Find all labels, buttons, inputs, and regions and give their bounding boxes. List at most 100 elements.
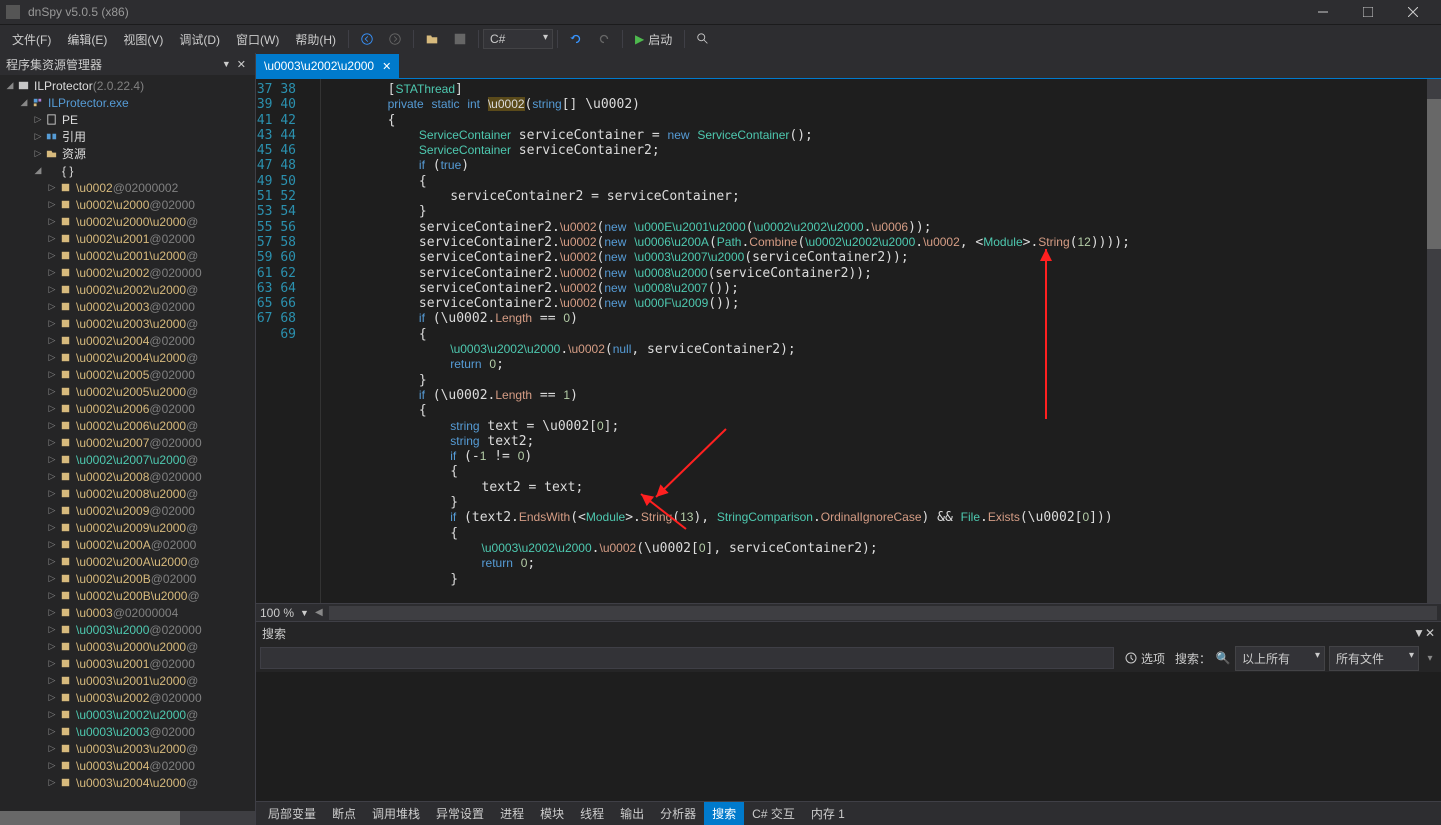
search-scope-combo[interactable]: 以上所有 — [1235, 646, 1325, 671]
expand-icon[interactable]: ▷ — [46, 726, 58, 737]
expand-icon[interactable]: ▷ — [46, 199, 58, 210]
menu-item[interactable]: 文件(F) — [4, 27, 59, 52]
tree-node[interactable]: ▷\u0002\u200A\u2000 @ — [0, 553, 255, 570]
menu-item[interactable]: 调试(D) — [171, 27, 228, 52]
tree-node[interactable]: ▷\u0002\u2006 @02000 — [0, 400, 255, 417]
tree-node[interactable]: ▷\u0003\u2004\u2000 @ — [0, 774, 255, 791]
expand-icon[interactable]: ◢ — [32, 165, 44, 176]
save-button[interactable] — [448, 27, 472, 51]
expand-icon[interactable]: ▷ — [46, 403, 58, 414]
bottom-tab[interactable]: 断点 — [324, 802, 364, 825]
start-button[interactable]: ▶启动 — [627, 29, 680, 50]
nav-back-button[interactable] — [355, 27, 379, 51]
tree-node[interactable]: ▷引用 — [0, 128, 255, 145]
tree-node[interactable]: ▷\u0002\u200A @02000 — [0, 536, 255, 553]
expand-icon[interactable]: ▷ — [46, 437, 58, 448]
maximize-button[interactable] — [1345, 0, 1390, 25]
bottom-tab[interactable]: C# 交互 — [744, 802, 803, 825]
bottom-tab[interactable]: 局部变量 — [260, 802, 324, 825]
tree-node[interactable]: ◢ILProtector (2.0.22.4) — [0, 77, 255, 94]
tree-node[interactable]: ▷\u0002\u2004\u2000 @ — [0, 349, 255, 366]
expand-icon[interactable]: ▷ — [46, 709, 58, 720]
tree-node[interactable]: ▷\u0003 @02000004 — [0, 604, 255, 621]
tree-node[interactable]: ▷\u0002\u2008\u2000 @ — [0, 485, 255, 502]
expand-icon[interactable]: ▷ — [46, 216, 58, 227]
expand-icon[interactable]: ▷ — [46, 505, 58, 516]
search-more-icon[interactable]: ▾ — [1423, 653, 1437, 664]
expand-icon[interactable]: ◢ — [18, 97, 30, 108]
panel-close-icon[interactable]: ✕ — [237, 58, 246, 71]
tree-node[interactable]: ▷\u0002\u2009\u2000 @ — [0, 519, 255, 536]
tree-node[interactable]: ▷\u0002\u2009 @02000 — [0, 502, 255, 519]
scroll-left-icon[interactable]: ◀ — [315, 607, 323, 618]
bottom-tab[interactable]: 异常设置 — [428, 802, 492, 825]
expand-icon[interactable]: ▷ — [46, 624, 58, 635]
expand-icon[interactable]: ▷ — [46, 369, 58, 380]
expand-icon[interactable]: ▷ — [46, 267, 58, 278]
expand-icon[interactable]: ▷ — [46, 318, 58, 329]
expand-icon[interactable]: ▷ — [46, 182, 58, 193]
bottom-tab[interactable]: 内存 1 — [803, 802, 853, 825]
tree-node[interactable]: ▷\u0002\u2006\u2000 @ — [0, 417, 255, 434]
expand-icon[interactable]: ◢ — [4, 80, 16, 91]
expand-icon[interactable]: ▷ — [46, 250, 58, 261]
bottom-tab[interactable]: 线程 — [572, 802, 612, 825]
tab-close-icon[interactable]: ✕ — [382, 60, 391, 73]
expand-icon[interactable]: ▷ — [46, 760, 58, 771]
menu-item[interactable]: 视图(V) — [115, 27, 171, 52]
tree-node[interactable]: ▷\u0002\u2003 @02000 — [0, 298, 255, 315]
tree-node[interactable]: ▷\u0003\u2002 @020000 — [0, 689, 255, 706]
expand-icon[interactable]: ▷ — [46, 454, 58, 465]
menu-item[interactable]: 窗口(W) — [228, 27, 287, 52]
options-button[interactable]: 选项 — [1118, 650, 1171, 667]
menu-item[interactable]: 帮助(H) — [287, 27, 344, 52]
tree-node[interactable]: ▷\u0002\u2000 @02000 — [0, 196, 255, 213]
expand-icon[interactable]: ▷ — [46, 556, 58, 567]
expand-icon[interactable]: ▷ — [32, 114, 44, 125]
bottom-tab[interactable]: 调用堆栈 — [364, 802, 428, 825]
expand-icon[interactable]: ▷ — [32, 131, 44, 142]
expand-icon[interactable]: ▷ — [46, 573, 58, 584]
tree-node[interactable]: ◢ILProtector.exe — [0, 94, 255, 111]
tree-node[interactable]: ▷\u0002\u2008 @020000 — [0, 468, 255, 485]
tree-node[interactable]: ▷\u0002\u2001 @02000 — [0, 230, 255, 247]
panel-close-icon[interactable]: ✕ — [1425, 626, 1435, 640]
expand-icon[interactable]: ▷ — [46, 743, 58, 754]
zoom-level[interactable]: 100 % — [260, 606, 294, 620]
tree-node[interactable]: ▷\u0003\u2000\u2000 @ — [0, 638, 255, 655]
close-button[interactable] — [1390, 0, 1435, 25]
search-input[interactable] — [260, 647, 1114, 669]
expand-icon[interactable]: ▷ — [46, 386, 58, 397]
tree-node[interactable]: ▷\u0002\u2002\u2000 @ — [0, 281, 255, 298]
tree-node[interactable]: ▷PE — [0, 111, 255, 128]
open-button[interactable] — [420, 27, 444, 51]
v-scrollbar[interactable] — [1427, 79, 1441, 603]
expand-icon[interactable]: ▷ — [46, 777, 58, 788]
expand-icon[interactable]: ▷ — [46, 471, 58, 482]
search-button[interactable] — [691, 27, 715, 51]
tree-node[interactable]: ▷\u0003\u2001 @02000 — [0, 655, 255, 672]
undo-button[interactable] — [564, 27, 588, 51]
menu-item[interactable]: 编辑(E) — [59, 27, 115, 52]
editor-tab[interactable]: \u0003\u2002\u2000 ✕ — [256, 54, 399, 78]
expand-icon[interactable]: ▷ — [32, 148, 44, 159]
tree-node[interactable]: ▷\u0003\u2003 @02000 — [0, 723, 255, 740]
expand-icon[interactable]: ▷ — [46, 658, 58, 669]
expand-icon[interactable]: ▷ — [46, 284, 58, 295]
tree-node[interactable]: ▷\u0002\u2000\u2000 @ — [0, 213, 255, 230]
bottom-tab[interactable]: 进程 — [492, 802, 532, 825]
expand-icon[interactable]: ▷ — [46, 590, 58, 601]
tree-node[interactable]: ▷\u0002\u2004 @02000 — [0, 332, 255, 349]
tree-node[interactable]: ▷\u0002\u2002 @020000 — [0, 264, 255, 281]
search-results[interactable] — [256, 672, 1441, 801]
expand-icon[interactable]: ▷ — [46, 233, 58, 244]
expand-icon[interactable]: ▷ — [46, 301, 58, 312]
expand-icon[interactable]: ▷ — [46, 539, 58, 550]
expand-icon[interactable]: ▷ — [46, 522, 58, 533]
tree-node[interactable]: ▷\u0002\u200B @02000 — [0, 570, 255, 587]
tree-node[interactable]: ▷\u0002\u2001\u2000 @ — [0, 247, 255, 264]
nav-forward-button[interactable] — [383, 27, 407, 51]
tree-node[interactable]: ▷\u0002\u2005\u2000 @ — [0, 383, 255, 400]
expand-icon[interactable]: ▷ — [46, 335, 58, 346]
expand-icon[interactable]: ▷ — [46, 641, 58, 652]
